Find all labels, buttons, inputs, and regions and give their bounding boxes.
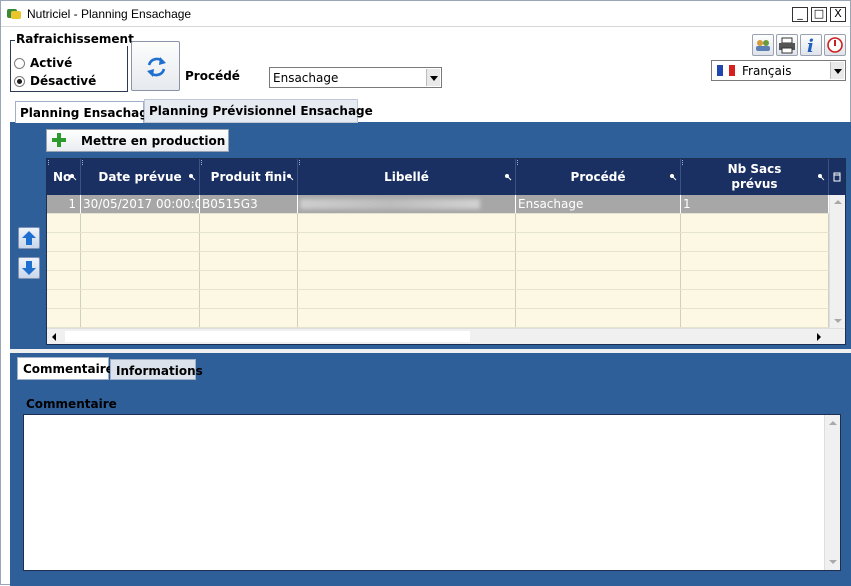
pin-icon[interactable] (504, 173, 512, 181)
procede-value: Ensachage (273, 71, 339, 85)
pin-icon[interactable] (286, 173, 294, 181)
radio-active-circle[interactable] (14, 57, 25, 69)
radio-inactive[interactable]: Désactivé (14, 74, 96, 88)
pin-icon[interactable] (69, 173, 77, 181)
grid-header: No Date prévue Produit fini Libellé Proc… (47, 159, 845, 195)
redacted-text (300, 199, 480, 209)
radio-active[interactable]: Activé (14, 56, 72, 70)
move-down-button[interactable] (18, 257, 40, 279)
pin-icon[interactable] (817, 173, 825, 181)
app-icon (7, 9, 21, 19)
col-header-produit[interactable]: Produit fini (200, 159, 298, 195)
radio-inactive-circle[interactable] (14, 75, 25, 87)
close-button[interactable]: X (830, 7, 846, 22)
refresh-icon (147, 57, 166, 77)
col-header-no[interactable]: No (47, 159, 81, 195)
table-row[interactable] (47, 290, 829, 309)
scroll-down-icon[interactable] (834, 319, 842, 323)
comment-label: Commentaire (26, 397, 117, 411)
minimize-button[interactable]: _ (792, 7, 808, 22)
plus-icon (52, 133, 66, 147)
window-title: Nutriciel - Planning Ensachage (27, 7, 192, 21)
cell-libelle[interactable] (298, 195, 516, 213)
maximize-button[interactable]: □ (811, 7, 827, 22)
pin-icon[interactable] (669, 173, 677, 181)
radio-inactive-label: Désactivé (30, 74, 97, 88)
flag-fr-icon (717, 65, 735, 76)
scroll-left-icon[interactable] (52, 333, 56, 341)
table-row[interactable] (47, 271, 829, 290)
planning-grid[interactable]: No Date prévue Produit fini Libellé Proc… (46, 158, 846, 345)
grid-horizontal-scrollbar[interactable] (47, 328, 845, 344)
table-row[interactable] (47, 233, 829, 252)
grid-vertical-scrollbar[interactable] (829, 195, 845, 329)
scroll-up-icon[interactable] (834, 200, 842, 204)
language-select[interactable]: Français (711, 60, 846, 81)
arrow-up-icon (22, 231, 36, 245)
refresh-button[interactable] (131, 41, 180, 91)
table-row[interactable] (47, 252, 829, 271)
radio-active-label: Activé (30, 56, 73, 70)
refresh-legend: Rafraichissement (15, 32, 135, 46)
scroll-thumb[interactable] (65, 331, 470, 342)
cell-produit[interactable]: B0515G3 (200, 195, 298, 213)
comment-scrollbar[interactable] (824, 415, 840, 570)
tab-planning-ensachage[interactable]: Planning Ensachage (15, 101, 156, 123)
svg-text:i: i (807, 36, 814, 55)
arrow-down-icon (22, 261, 36, 275)
col-header-libelle[interactable]: Libellé (298, 159, 516, 195)
chevron-down-icon[interactable] (426, 69, 440, 86)
power-icon[interactable] (824, 34, 846, 56)
col-header-date[interactable]: Date prévue (81, 159, 200, 195)
chevron-down-icon[interactable] (830, 62, 844, 79)
comment-textarea[interactable] (23, 414, 841, 571)
col-header-procede[interactable]: Procédé (516, 159, 681, 195)
procede-label: Procédé (185, 69, 240, 83)
col-header-nb-sacs[interactable]: Nb Sacs prévus (681, 159, 829, 195)
cell-date[interactable]: 30/05/2017 00:00:0 (81, 195, 200, 213)
info-icon[interactable]: i (800, 34, 822, 57)
grid-body: 1 30/05/2017 00:00:0 B0515G3 Ensachage 1 (47, 195, 829, 329)
pin-icon[interactable] (188, 173, 196, 181)
table-row[interactable]: 1 30/05/2017 00:00:0 B0515G3 Ensachage 1 (47, 195, 829, 214)
tab-commentaire[interactable]: Commentaire (17, 357, 114, 380)
procede-select[interactable]: Ensachage (269, 67, 442, 88)
tab-informations[interactable]: Informations (110, 359, 203, 380)
print-icon[interactable] (776, 34, 798, 56)
mettre-en-production-button[interactable]: Mettre en production (46, 129, 229, 152)
cell-nb-sacs[interactable]: 1 (681, 195, 829, 213)
mettre-en-production-label: Mettre en production (81, 134, 226, 148)
splitter[interactable] (10, 349, 851, 353)
users-icon[interactable] (752, 34, 774, 56)
move-up-button[interactable] (18, 227, 40, 249)
cell-no[interactable]: 1 (47, 195, 81, 213)
table-row[interactable] (47, 309, 829, 328)
app-window: Nutriciel - Planning Ensachage _ □ X Raf… (0, 0, 851, 586)
table-row[interactable] (47, 214, 829, 233)
language-value: Français (742, 64, 792, 78)
column-chooser-icon[interactable] (829, 159, 845, 195)
tab-planning-previsionnel[interactable]: Planning Prévisionnel Ensachage (144, 99, 373, 123)
title-bar: Nutriciel - Planning Ensachage _ □ X (1, 1, 850, 27)
cell-procede[interactable]: Ensachage (516, 195, 681, 213)
scroll-right-icon[interactable] (817, 333, 821, 341)
